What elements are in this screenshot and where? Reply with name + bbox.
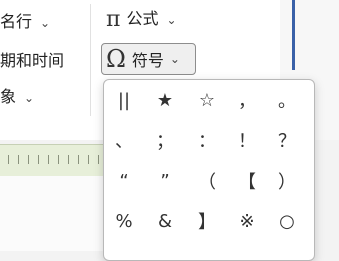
window-accent-stripe — [292, 0, 295, 70]
ribbon-separator — [90, 4, 91, 116]
date-time-label: 期和时间 — [0, 51, 65, 70]
ruler-tick — [98, 155, 99, 164]
ruler-tick — [18, 155, 19, 164]
object-label: 象 — [0, 87, 17, 106]
symbol-cell[interactable]: （ — [188, 166, 226, 196]
chevron-down-icon: ⌄ — [166, 13, 177, 27]
ruler-tick — [78, 155, 79, 164]
ruler-tick — [38, 155, 39, 164]
ruler-tick — [68, 155, 69, 164]
symbol-label: 符号 — [131, 51, 164, 70]
symbol-cell[interactable]: ○ — [268, 206, 306, 236]
symbol-cell[interactable]: ！ — [228, 125, 266, 155]
symbol-dropdown-panel: || ★ ☆ ， 。 、 ； ： ！ ？ “ ” （ 【 ） % & 】 ※ ○ — [103, 79, 315, 261]
ruler-tick — [58, 155, 59, 164]
symbol-cell[interactable]: ） — [268, 166, 306, 196]
symbol-button[interactable]: Ω 符号 ⌄ — [101, 43, 196, 75]
symbol-cell[interactable]: ※ — [228, 206, 266, 236]
insert-date-time-button[interactable]: 期和时间 — [0, 51, 64, 71]
ruler-tick — [48, 155, 49, 164]
insert-name-row-button[interactable]: 名行 ⌄ — [0, 12, 50, 33]
symbol-cell[interactable]: “ — [105, 166, 143, 196]
symbol-cell[interactable]: ； — [146, 125, 184, 155]
symbol-cell[interactable]: 【 — [228, 166, 266, 196]
symbol-cell[interactable]: ★ — [146, 85, 184, 115]
chevron-down-icon: ⌄ — [40, 16, 51, 30]
symbol-cell[interactable]: % — [105, 206, 143, 236]
horizontal-ruler — [0, 144, 110, 178]
ruler-tick — [8, 155, 9, 164]
insert-object-button[interactable]: 象 ⌄ — [0, 87, 34, 108]
symbol-cell[interactable]: ☆ — [188, 85, 226, 115]
name-row-label: 名行 — [0, 12, 33, 31]
formula-button[interactable]: π 公式 ⌄ — [106, 7, 177, 32]
formula-label: 公式 — [126, 9, 159, 28]
symbol-cell[interactable]: 。 — [268, 85, 306, 115]
chevron-down-icon: ⌄ — [169, 52, 180, 66]
pi-icon: π — [106, 7, 121, 32]
omega-icon: Ω — [106, 45, 126, 73]
ruler-tick — [28, 155, 29, 164]
symbol-cell[interactable]: || — [105, 85, 143, 115]
symbol-cell[interactable]: ， — [228, 85, 266, 115]
symbol-cell[interactable]: 】 — [188, 206, 226, 236]
symbol-cell[interactable]: 、 — [105, 125, 143, 155]
document-area — [0, 176, 110, 251]
chevron-down-icon: ⌄ — [24, 91, 35, 105]
ruler-tick — [88, 155, 89, 164]
symbol-cell[interactable]: & — [146, 206, 184, 236]
symbol-cell[interactable]: ： — [188, 125, 226, 155]
symbol-cell[interactable]: ？ — [268, 125, 306, 155]
symbol-cell[interactable]: ” — [146, 166, 184, 196]
